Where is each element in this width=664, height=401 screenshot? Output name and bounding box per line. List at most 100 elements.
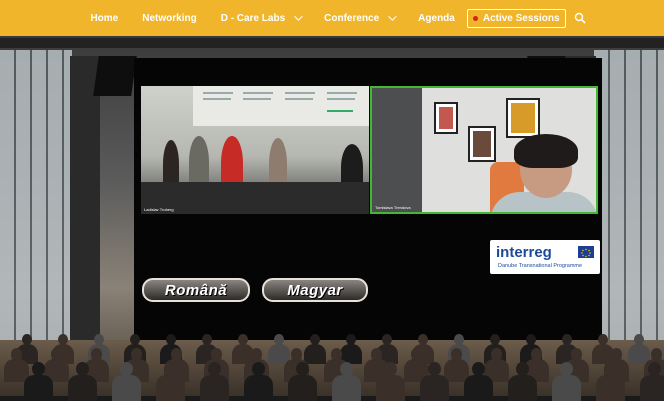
audience-member	[526, 334, 536, 345]
nav-item-d-care-labs[interactable]: D - Care Labs	[209, 12, 312, 24]
video-feed-panel[interactable]: Ladislav Troberg	[141, 86, 369, 214]
active-sessions-button[interactable]: Active Sessions	[466, 8, 566, 28]
audience-member	[210, 347, 223, 361]
chevron-down-icon	[388, 12, 397, 21]
ceiling-truss	[0, 38, 664, 48]
left-window-backdrop	[0, 50, 72, 350]
audience-member-body	[508, 374, 537, 401]
search-icon[interactable]	[574, 12, 586, 24]
audience-member	[166, 334, 176, 345]
audience-member	[130, 334, 140, 345]
audience-member	[383, 361, 397, 377]
audience-member	[603, 361, 617, 377]
logo-wordmark: interreg	[496, 244, 552, 261]
audience-member	[490, 334, 500, 345]
audience-member	[130, 347, 143, 361]
audience-member	[295, 361, 309, 377]
audience-member	[238, 334, 248, 345]
audience-member	[75, 361, 89, 377]
speaker-hair	[514, 134, 578, 168]
audience-member	[559, 361, 573, 377]
nav-label: D - Care Labs	[220, 12, 286, 24]
room-wall	[372, 88, 422, 212]
audience-member-body	[156, 374, 185, 401]
audience-member-body	[464, 374, 493, 401]
audience-member	[290, 347, 303, 361]
nav-item-home[interactable]: Home	[78, 13, 130, 24]
nav-item-agenda[interactable]: Agenda	[406, 13, 467, 24]
audience-member	[382, 334, 392, 345]
left-pillar	[70, 56, 100, 346]
audience-member	[427, 361, 441, 377]
audience-member	[410, 347, 423, 361]
audience-member	[10, 347, 23, 361]
logo-subtitle: Danube Transnational Programme	[498, 263, 583, 269]
interreg-logo: interreg Danube Transnational Programme	[490, 240, 600, 274]
video-caption: Ladislav Troberg	[144, 207, 174, 212]
right-window-backdrop	[594, 50, 664, 350]
audience-member-body	[24, 374, 53, 401]
language-button-hungarian[interactable]: Magyar	[262, 278, 368, 302]
audience-member	[170, 347, 183, 361]
audience-member	[330, 347, 343, 361]
audience-member	[310, 334, 320, 345]
top-navigation-bar: Home Networking D - Care Labs Conference…	[0, 0, 664, 36]
audience-member-body	[288, 374, 317, 401]
audience-member	[119, 361, 133, 377]
chevron-down-icon	[294, 12, 303, 21]
audience-member	[610, 347, 623, 361]
audience-member	[202, 334, 212, 345]
audience-member-body	[112, 374, 141, 401]
nav-label: Agenda	[418, 12, 455, 24]
audience-member-body	[420, 374, 449, 401]
active-sessions-label: Active Sessions	[482, 12, 560, 24]
language-button-romanian[interactable]: Română	[142, 278, 250, 302]
audience-member	[570, 347, 583, 361]
audience-member-body	[68, 374, 97, 401]
audience-member-body	[304, 344, 326, 364]
audience-member	[274, 334, 284, 345]
audience-member	[471, 361, 485, 377]
video-feed-speaker[interactable]: Tomislava Trendova	[370, 86, 598, 214]
nav-label: Conference	[324, 12, 380, 24]
audience-member-body	[244, 374, 273, 401]
audience-member	[490, 347, 503, 361]
audience-member	[250, 347, 263, 361]
audience-member-body	[552, 374, 581, 401]
audience-member	[339, 361, 353, 377]
audience-member	[90, 347, 103, 361]
audience-member	[50, 347, 63, 361]
audience-member	[598, 334, 608, 345]
nav-item-conference[interactable]: Conference	[312, 12, 406, 24]
nav-label: Home	[90, 12, 119, 24]
wall-art	[506, 98, 540, 138]
audience-member	[530, 347, 543, 361]
audience-member	[647, 361, 661, 377]
audience-member	[163, 361, 177, 377]
audience-member	[515, 361, 529, 377]
panelist	[189, 136, 209, 188]
audience-member	[346, 334, 356, 345]
audience-member	[207, 361, 221, 377]
audience-member	[650, 347, 663, 361]
live-dot-icon	[472, 15, 478, 21]
language-label: Română	[164, 281, 228, 299]
audience-member	[418, 334, 428, 345]
audience-member	[22, 334, 32, 345]
left-speaker	[93, 56, 137, 96]
audience-member	[58, 334, 68, 345]
eu-flag-icon	[578, 246, 594, 258]
nav-label: Networking	[142, 12, 197, 24]
audience-member	[31, 361, 45, 377]
wall-art	[434, 102, 458, 134]
audience-member-body	[376, 374, 405, 401]
panelist	[163, 140, 179, 188]
wall-art	[468, 126, 496, 162]
projected-slide	[193, 86, 369, 126]
audience-member-body	[596, 374, 625, 401]
audience-member	[251, 361, 265, 377]
panel-table	[141, 182, 369, 214]
nav-item-networking[interactable]: Networking	[130, 13, 208, 24]
audience-member	[454, 334, 464, 345]
audience-member	[562, 334, 572, 345]
